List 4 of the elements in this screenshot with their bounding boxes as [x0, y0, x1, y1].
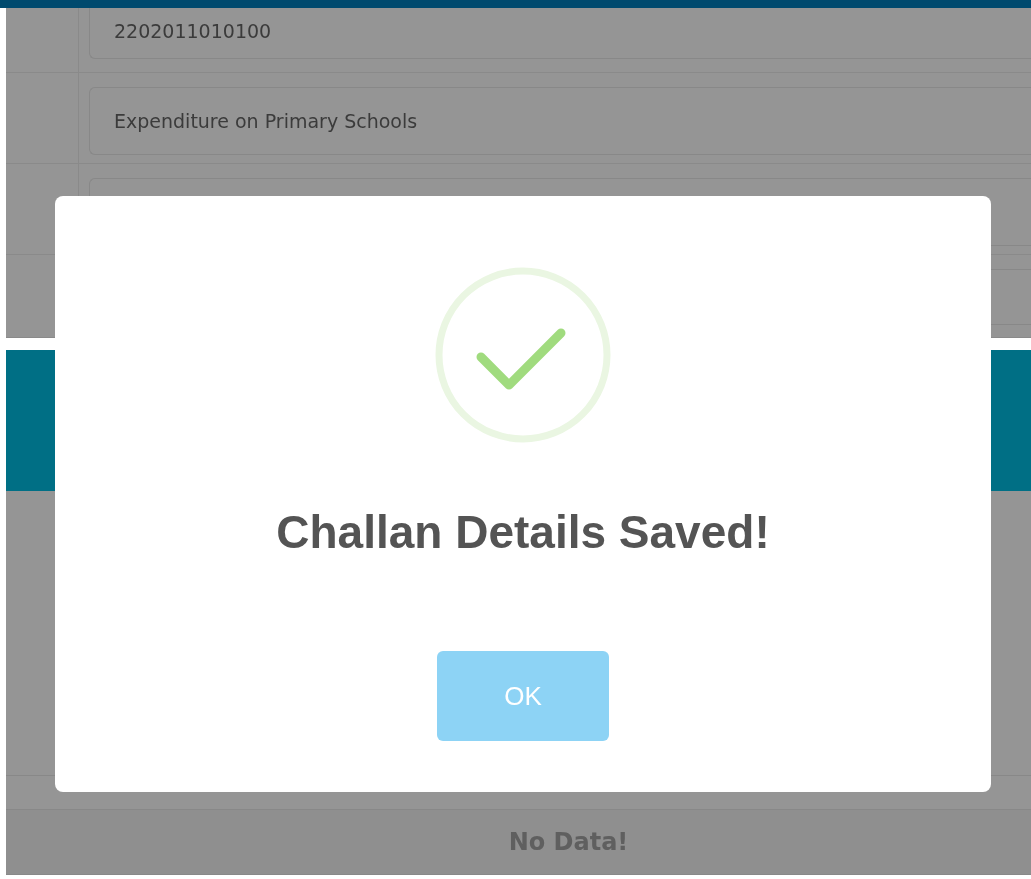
dialog-title: Challan Details Saved!: [276, 505, 770, 559]
input-field[interactable]: Expenditure on Primary Schools: [89, 87, 1031, 155]
input-field[interactable]: 2202011010100: [89, 8, 1031, 59]
success-check-icon: [435, 267, 611, 443]
